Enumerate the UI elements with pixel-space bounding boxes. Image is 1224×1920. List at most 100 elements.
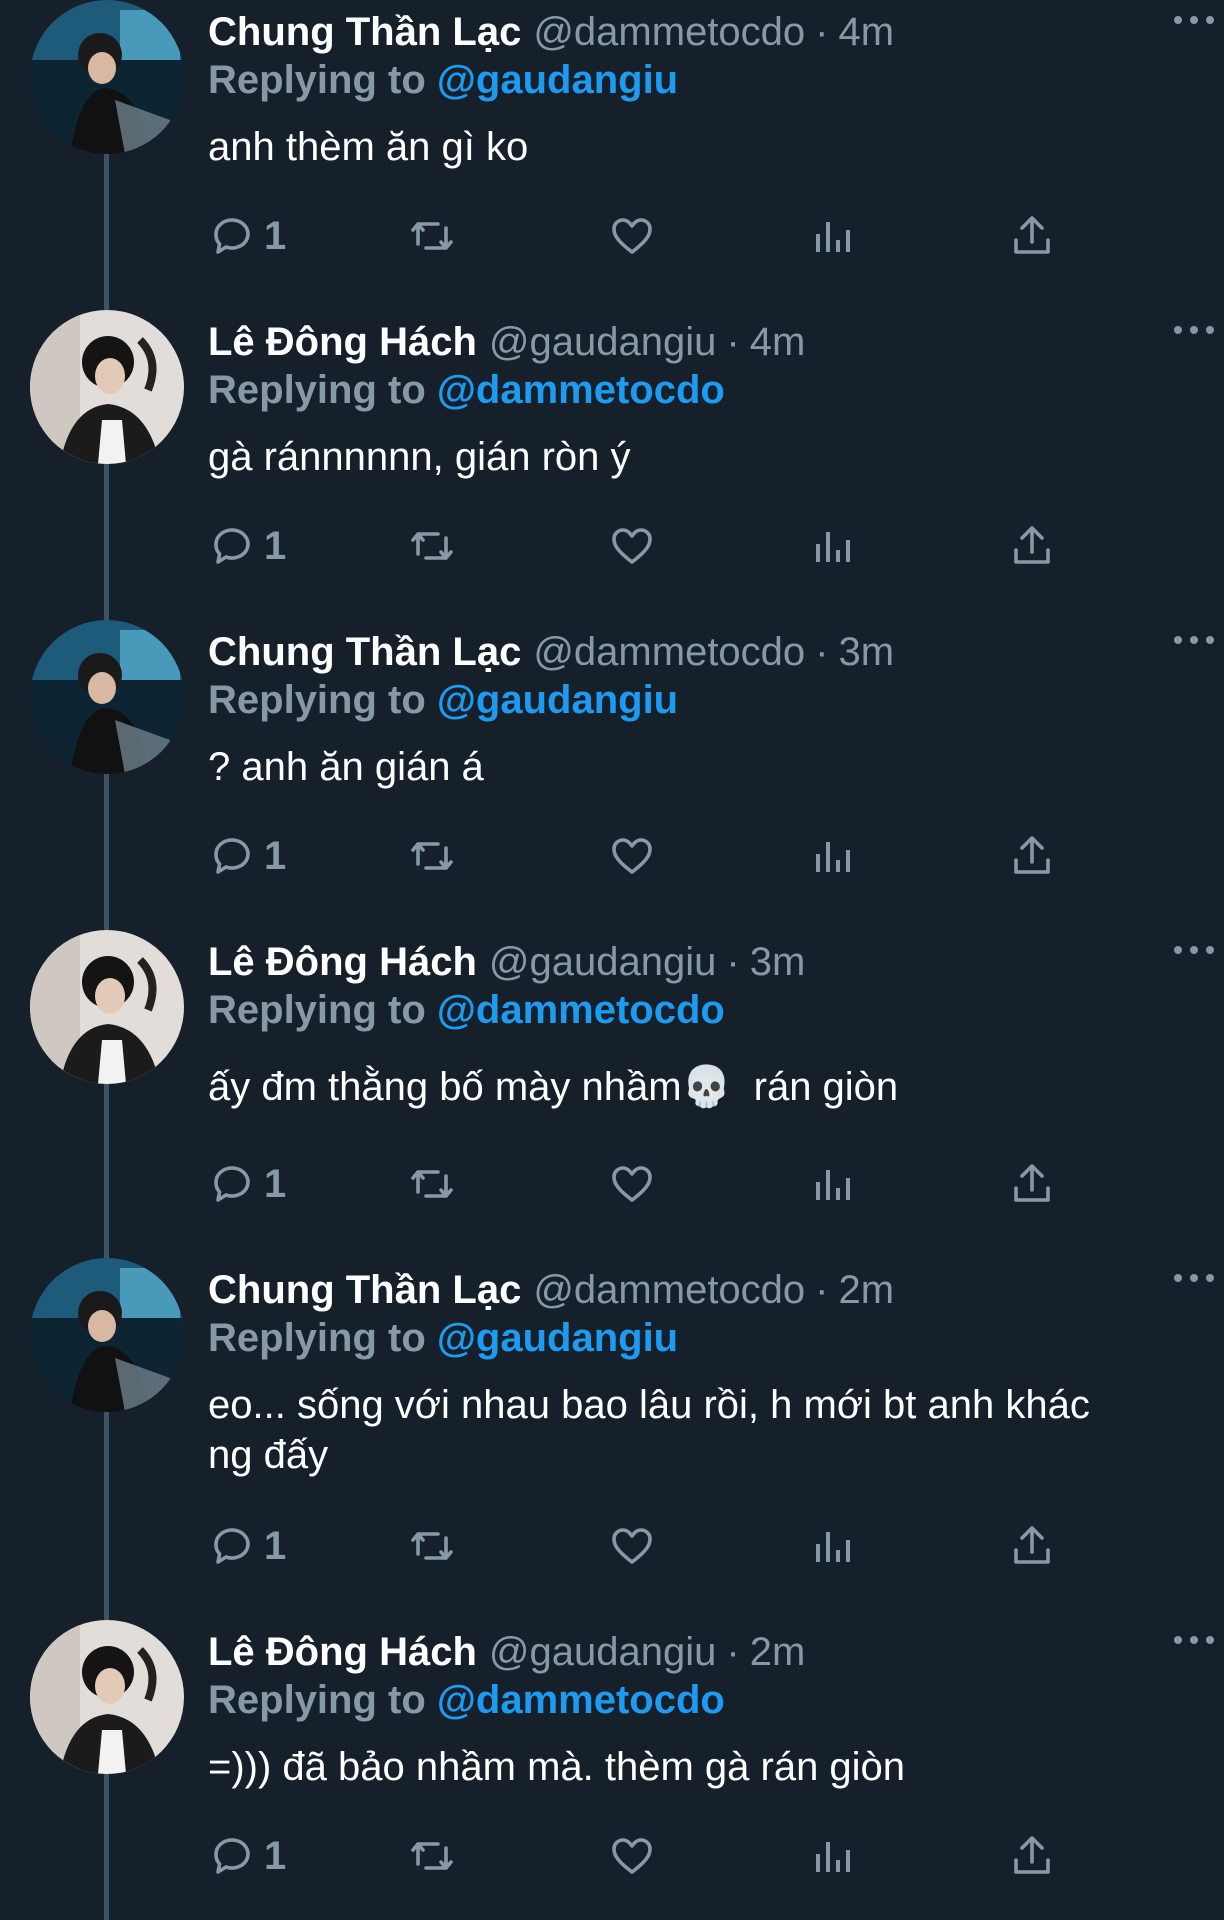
display-name[interactable]: Lê Đông Hách: [208, 1628, 477, 1676]
user-handle[interactable]: @dammetocdo: [533, 1266, 805, 1314]
share-button[interactable]: [1008, 516, 1056, 576]
analytics-button[interactable]: [808, 1154, 856, 1214]
reply-count: 1: [264, 213, 287, 258]
tweet-header: Lê Đông Hách @gaudangiu · 3m: [208, 938, 1184, 986]
display-name[interactable]: Lê Đông Hách: [208, 938, 477, 986]
reply-icon: [214, 838, 250, 874]
user-handle[interactable]: @gaudangiu: [489, 1628, 716, 1676]
reply-button[interactable]: 1: [208, 1516, 286, 1576]
like-button[interactable]: [608, 826, 656, 886]
avatar[interactable]: [30, 620, 184, 774]
reply-button[interactable]: 1: [208, 516, 286, 576]
replying-to-handle[interactable]: @gaudangiu: [437, 678, 678, 722]
like-button[interactable]: [608, 1516, 656, 1576]
avatar[interactable]: [30, 310, 184, 464]
more-icon[interactable]: [1174, 636, 1214, 648]
user-handle[interactable]: @dammetocdo: [533, 628, 805, 676]
retweet-icon: [411, 532, 453, 560]
analytics-button[interactable]: [808, 1516, 856, 1576]
like-button[interactable]: [608, 516, 656, 576]
tweet-header: Chung Thần Lạc @dammetocdo · 2m: [208, 1266, 1184, 1314]
retweet-button[interactable]: [408, 826, 456, 886]
user-handle[interactable]: @gaudangiu: [489, 318, 716, 366]
retweet-button[interactable]: [408, 1516, 456, 1576]
timestamp[interactable]: 2m: [839, 1266, 895, 1314]
avatar[interactable]: [30, 930, 184, 1084]
share-button[interactable]: [1008, 206, 1056, 266]
analytics-button[interactable]: [808, 206, 856, 266]
tweet-text: anh thèm ăn gì ko: [208, 125, 529, 169]
replying-to-handle[interactable]: @gaudangiu: [437, 58, 678, 102]
share-button[interactable]: [1008, 826, 1056, 886]
tweet-text: gà ránnnnnn, gián ròn ý: [208, 435, 631, 479]
display-name[interactable]: Chung Thần Lạc: [208, 8, 521, 56]
reply-button[interactable]: 1: [208, 1154, 286, 1214]
avatar-chung-image: [30, 0, 184, 154]
conversation-thread: Chung Thần Lạc @dammetocdo · 4m Replying…: [0, 0, 1224, 1920]
reply-count: 1: [264, 833, 287, 878]
share-icon: [1014, 1836, 1050, 1874]
analytics-button[interactable]: [808, 826, 856, 886]
separator-dot: ·: [815, 10, 829, 54]
display-name[interactable]: Lê Đông Hách: [208, 318, 477, 366]
retweet-button[interactable]: [408, 516, 456, 576]
analytics-button[interactable]: [808, 1826, 856, 1886]
reply-button[interactable]: 1: [208, 206, 286, 266]
tweet-content: Lê Đông Hách @gaudangiu · 2m Replying to…: [208, 1628, 1184, 1792]
tweet-actions: 1: [208, 826, 1088, 886]
timestamp[interactable]: 3m: [839, 628, 895, 676]
replying-to-handle[interactable]: @dammetocdo: [437, 368, 725, 412]
more-icon[interactable]: [1174, 1274, 1214, 1286]
avatar[interactable]: [30, 0, 184, 154]
replying-to: Replying to @gaudangiu: [208, 56, 1184, 104]
like-button[interactable]: [608, 206, 656, 266]
share-icon: [1014, 1164, 1050, 1202]
share-button[interactable]: [1008, 1516, 1056, 1576]
more-icon[interactable]: [1174, 1636, 1214, 1648]
more-icon[interactable]: [1174, 326, 1214, 338]
analytics-icon: [816, 842, 850, 872]
replying-to: Replying to @dammetocdo: [208, 1676, 1184, 1724]
thread-connector-line: [104, 1408, 109, 1620]
tweet[interactable]: Lê Đông Hách @gaudangiu · 3m Replying to…: [0, 930, 1224, 1258]
like-icon: [612, 1838, 652, 1874]
reply-icon: [214, 1838, 250, 1874]
user-handle[interactable]: @gaudangiu: [489, 938, 716, 986]
replying-to-handle[interactable]: @dammetocdo: [437, 1678, 725, 1722]
retweet-button[interactable]: [408, 1154, 456, 1214]
like-button[interactable]: [608, 1154, 656, 1214]
replying-to-handle[interactable]: @dammetocdo: [437, 988, 725, 1032]
display-name[interactable]: Chung Thần Lạc: [208, 628, 521, 676]
display-name[interactable]: Chung Thần Lạc: [208, 1266, 521, 1314]
avatar[interactable]: [30, 1258, 184, 1412]
retweet-button[interactable]: [408, 1826, 456, 1886]
retweet-button[interactable]: [408, 206, 456, 266]
like-icon: [612, 1528, 652, 1564]
tweet[interactable]: Chung Thần Lạc @dammetocdo · 2m Replying…: [0, 1258, 1224, 1620]
tweet-text: =))) đã bảo nhầm mà. thèm gà rán giòn: [208, 1745, 906, 1789]
tweet[interactable]: Chung Thần Lạc @dammetocdo · 3m Replying…: [0, 620, 1224, 930]
analytics-button[interactable]: [808, 516, 856, 576]
replying-to-handle[interactable]: @gaudangiu: [437, 1316, 678, 1360]
like-button[interactable]: [608, 1826, 656, 1886]
more-icon[interactable]: [1174, 946, 1214, 958]
tweet[interactable]: Lê Đông Hách @gaudangiu · 2m Replying to…: [0, 1620, 1224, 1920]
replying-to-label: Replying to: [208, 58, 426, 102]
reply-button[interactable]: 1: [208, 826, 286, 886]
avatar-le-image: [30, 930, 184, 1084]
replying-to-label: Replying to: [208, 678, 426, 722]
separator-dot: ·: [726, 1630, 740, 1674]
analytics-icon: [816, 222, 850, 252]
timestamp[interactable]: 4m: [839, 8, 895, 56]
tweet[interactable]: Chung Thần Lạc @dammetocdo · 4m Replying…: [0, 0, 1224, 310]
timestamp[interactable]: 4m: [750, 318, 806, 366]
timestamp[interactable]: 3m: [750, 938, 806, 986]
tweet[interactable]: Lê Đông Hách @gaudangiu · 4m Replying to…: [0, 310, 1224, 620]
more-icon[interactable]: [1174, 16, 1214, 28]
avatar[interactable]: [30, 1620, 184, 1774]
share-button[interactable]: [1008, 1826, 1056, 1886]
reply-button[interactable]: 1: [208, 1826, 286, 1886]
share-button[interactable]: [1008, 1154, 1056, 1214]
timestamp[interactable]: 2m: [750, 1628, 806, 1676]
user-handle[interactable]: @dammetocdo: [533, 8, 805, 56]
